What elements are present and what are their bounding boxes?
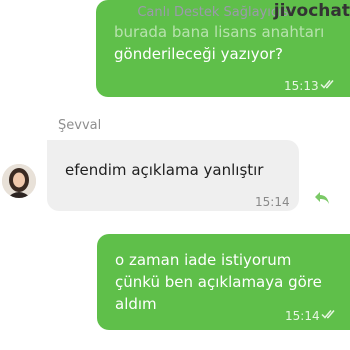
double-check-icon bbox=[321, 310, 335, 319]
avatar bbox=[2, 164, 36, 198]
message-line: aldım bbox=[115, 295, 157, 313]
message-time: 15:13 bbox=[284, 79, 319, 93]
message-time: 15:14 bbox=[285, 309, 320, 323]
double-check-icon bbox=[320, 80, 334, 89]
message-line: gönderileceği yazıyor? bbox=[114, 45, 283, 63]
message-bubble-outgoing: o zaman iade istiyorum çünkü ben açıklam… bbox=[97, 234, 350, 330]
reply-icon[interactable] bbox=[314, 191, 330, 205]
agent-label: Canlı Destek Sağlayıcısı bbox=[137, 5, 292, 20]
sender-name: Şevval bbox=[58, 118, 102, 133]
message-line: o zaman iade istiyorum bbox=[115, 251, 292, 269]
message-time: 15:14 bbox=[255, 195, 290, 209]
message-line: efendim açıklama yanlıştır bbox=[65, 161, 264, 179]
jivochat-logo: jivochat bbox=[273, 1, 350, 21]
chat-header: Canlı Destek Sağlayıcısı jivochat bbox=[0, 0, 350, 26]
message-line: çünkü ben açıklamaya göre bbox=[115, 273, 322, 291]
message-bubble-incoming: efendim açıklama yanlıştır 15:14 bbox=[47, 140, 299, 211]
